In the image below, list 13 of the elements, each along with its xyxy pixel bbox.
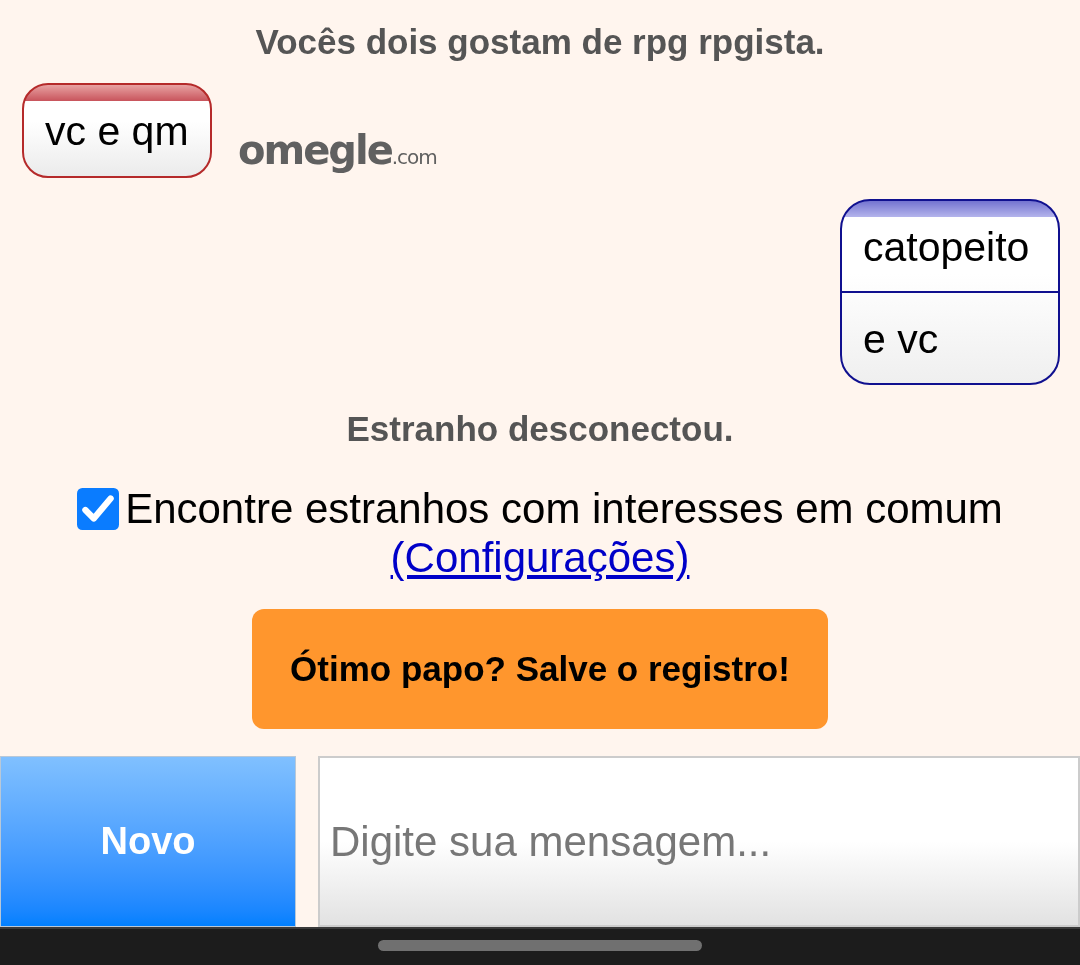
- system-message: Estranho desconectou.: [345, 409, 735, 449]
- logo-suffix: .com: [391, 145, 437, 169]
- checkbox[interactable]: [77, 488, 120, 530]
- system-message: Vocês dois gostam de rpg rpgista.: [254, 22, 826, 62]
- message-text: e vc: [863, 318, 939, 360]
- settings-link[interactable]: (Configurações): [390, 535, 690, 581]
- save-log-button[interactable]: Ótimo papo? Salve o registro!: [252, 609, 828, 729]
- option-label: Encontre estranhos com interesses em comum: [125, 486, 1003, 532]
- gesture-handle[interactable]: [378, 940, 702, 951]
- message-input[interactable]: Digite sua mensagem...: [318, 756, 1080, 927]
- logo-text: omegle: [238, 128, 392, 172]
- message-text: vc e qm: [45, 110, 189, 152]
- message-text: catopeito: [863, 226, 1030, 268]
